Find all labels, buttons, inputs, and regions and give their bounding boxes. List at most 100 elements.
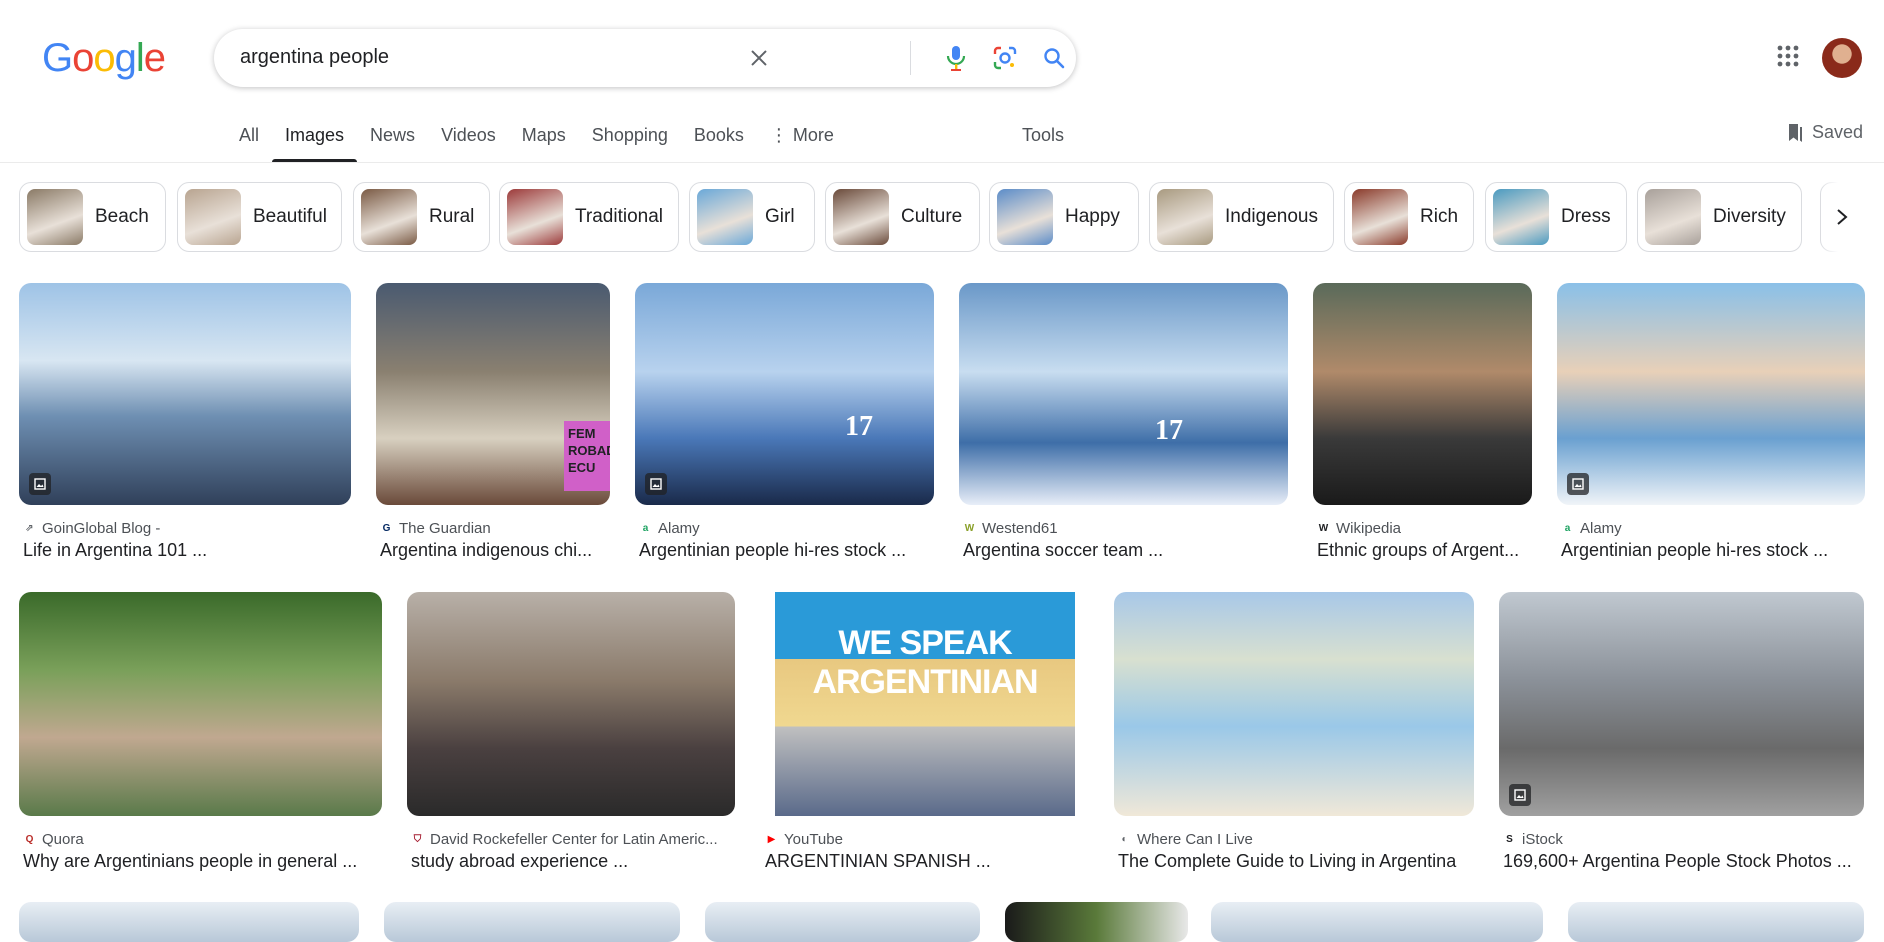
image-result[interactable]: FEM ROBAD ECU G The Guardian Argentina indi… (376, 283, 610, 570)
video-frame: WE SPEAK ARGENTINIAN (775, 592, 1075, 816)
image-result[interactable]: SiStock 169,600+ Argentina People Stock P… (1499, 592, 1864, 881)
lens-icon[interactable] (990, 43, 1020, 73)
chip-rich[interactable]: Rich (1344, 182, 1474, 252)
image-result[interactable]: a Alamy Argentinian people hi-res stock ..… (1557, 283, 1865, 570)
tools-button[interactable]: Tools (1022, 125, 1064, 146)
result-thumbnail[interactable] (1114, 592, 1474, 816)
tab-videos[interactable]: Videos (428, 110, 509, 162)
result-thumbnail[interactable]: WE SPEAK ARGENTINIAN (761, 592, 1089, 816)
result-thumbnail[interactable]: 17 (635, 283, 934, 505)
result-source[interactable]: a Alamy (1561, 520, 1861, 537)
result-title[interactable]: Argentina soccer team ... (963, 540, 1284, 561)
chip-indigenous[interactable]: Indigenous (1149, 182, 1334, 252)
result-title[interactable]: Argentina indigenous chi... (380, 540, 606, 561)
result-title[interactable]: Argentinian people hi-res stock ... (639, 540, 930, 561)
image-result[interactable]: ⇗ GoinGlobal Blog - Life in Argentina 101 … (19, 283, 351, 570)
jersey-number: 17 (1155, 415, 1183, 446)
result-title[interactable]: Life in Argentina 101 ... (23, 540, 347, 561)
source-favicon: ▶ (767, 834, 776, 845)
result-title[interactable]: Why are Argentinians people in general .… (23, 851, 378, 872)
chip-dress[interactable]: Dress (1485, 182, 1627, 252)
result-thumbnail[interactable] (19, 283, 351, 505)
result-thumbnail[interactable] (19, 592, 382, 816)
result-title[interactable]: ARGENTINIAN SPANISH ... (765, 851, 1085, 872)
microphone-icon[interactable] (941, 43, 971, 73)
result-thumbnail[interactable] (407, 592, 735, 816)
chip-label: Diversity (1713, 206, 1786, 227)
result-source[interactable]: ◐ Where Can I Live (1118, 831, 1470, 848)
chip-beautiful[interactable]: Beautiful (177, 182, 342, 252)
image-result[interactable]: WE SPEAK ARGENTINIAN ▶ YouTube ARGENTINIAN … (761, 592, 1089, 881)
tab-shopping[interactable]: Shopping (579, 110, 681, 162)
chip-rural[interactable]: Rural (353, 182, 490, 252)
search-box[interactable]: argentina people (214, 29, 1076, 87)
result-thumbnail[interactable] (1499, 592, 1864, 816)
result-title[interactable]: 169,600+ Argentina People Stock Photos .… (1503, 851, 1860, 872)
tab-images[interactable]: Images (272, 110, 358, 162)
result-source[interactable]: a Alamy (639, 520, 930, 537)
result-thumbnail[interactable] (1557, 283, 1865, 505)
image-result-partial[interactable] (1005, 902, 1188, 942)
search-icon[interactable] (1039, 43, 1069, 73)
result-thumbnail[interactable]: 17 (959, 283, 1288, 505)
result-title[interactable]: Argentinian people hi-res stock ... (1561, 540, 1861, 561)
search-input[interactable]: argentina people (240, 46, 389, 69)
source-name: The Guardian (399, 520, 491, 537)
close-icon[interactable] (744, 43, 774, 73)
chip-thumbnail (997, 189, 1053, 245)
chip-thumbnail (1493, 189, 1549, 245)
image-result[interactable]: ⛉ David Rockefeller Center for Latin Amer… (407, 592, 735, 881)
result-title[interactable]: The Complete Guide to Living in Argentin… (1118, 851, 1470, 872)
image-result[interactable]: 17 W Westend61 Argentina soccer team ... (959, 283, 1288, 570)
chip-label: Traditional (575, 206, 664, 227)
tab-maps[interactable]: Maps (509, 110, 579, 162)
source-favicon: S (1506, 834, 1513, 845)
tab-all[interactable]: All (226, 110, 272, 162)
image-result-partial[interactable] (19, 902, 359, 942)
chip-happy[interactable]: Happy (989, 182, 1139, 252)
chip-label: Happy (1065, 206, 1120, 227)
result-thumbnail[interactable] (1313, 283, 1532, 505)
saved-button[interactable]: Saved (1786, 122, 1863, 143)
chip-traditional[interactable]: Traditional (499, 182, 679, 252)
chips-next-button[interactable] (1820, 182, 1864, 252)
result-source[interactable]: ⇗ GoinGlobal Blog - (23, 520, 347, 537)
source-favicon: ⇗ (25, 523, 34, 534)
chip-thumbnail (27, 189, 83, 245)
result-thumbnail[interactable]: FEM ROBAD ECU (376, 283, 610, 505)
result-source[interactable]: SiStock (1503, 831, 1860, 848)
image-result[interactable]: W Wikipedia Ethnic groups of Argent... (1313, 283, 1532, 570)
google-logo[interactable]: Google (42, 36, 166, 81)
image-result-partial[interactable] (705, 902, 980, 942)
tab-label: Images (285, 125, 345, 145)
source-favicon: a (1564, 523, 1571, 534)
tab-more[interactable]: ⋮ More (757, 110, 847, 162)
result-source[interactable]: Q Quora (23, 831, 378, 848)
result-source[interactable]: G The Guardian (380, 520, 606, 537)
result-source[interactable]: W Wikipedia (1317, 520, 1528, 537)
image-result[interactable]: 17 a Alamy Argentinian people hi-res stock … (635, 283, 934, 570)
tab-label: Shopping (591, 125, 668, 145)
apps-grid-icon[interactable] (1776, 44, 1800, 68)
chip-girl[interactable]: Girl (689, 182, 815, 252)
avatar[interactable] (1822, 38, 1862, 78)
result-title[interactable]: Ethnic groups of Argent... (1317, 540, 1528, 561)
logo-letter: g (114, 36, 137, 80)
image-result-partial[interactable] (1568, 902, 1864, 942)
result-title[interactable]: study abroad experience ... (411, 851, 731, 872)
source-name: iStock (1522, 831, 1563, 848)
tab-label: Books (693, 125, 744, 145)
tab-news[interactable]: News (357, 110, 428, 162)
image-result-partial[interactable] (1211, 902, 1543, 942)
result-source[interactable]: ⛉ David Rockefeller Center for Latin Amer… (411, 831, 731, 848)
image-result[interactable]: Q Quora Why are Argentinians people in gen… (19, 592, 382, 881)
chip-beach[interactable]: Beach (19, 182, 166, 252)
chip-diversity[interactable]: Diversity (1637, 182, 1802, 252)
image-result-partial[interactable] (384, 902, 680, 942)
chip-culture[interactable]: Culture (825, 182, 980, 252)
image-result[interactable]: ◐ Where Can I Live The Complete Guide to L… (1114, 592, 1474, 881)
result-source[interactable]: ▶ YouTube (765, 831, 1085, 848)
tab-books[interactable]: Books (681, 110, 757, 162)
result-source[interactable]: W Westend61 (963, 520, 1284, 537)
related-chips: Beach Beautiful Rural Traditional Girl Cultur… (19, 182, 1864, 254)
